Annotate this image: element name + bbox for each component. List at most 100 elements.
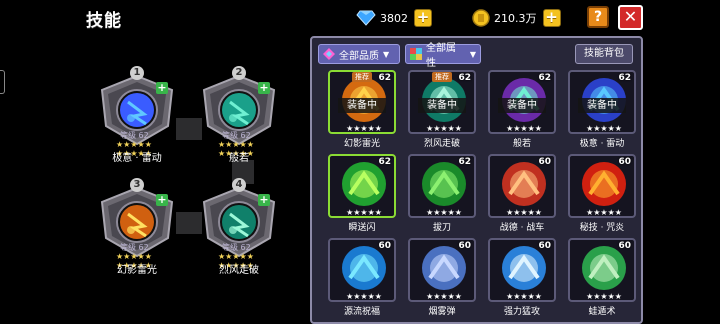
upgrade-plus-icon[interactable]: +: [258, 194, 270, 206]
upgrade-plus-icon[interactable]: +: [156, 82, 168, 94]
skill-name: 强力猛攻: [503, 307, 540, 317]
skill-level: 60: [618, 241, 631, 251]
skill-level: 60: [378, 241, 391, 251]
attribute-filter-dropdown[interactable]: 全部属性 ▼: [405, 43, 481, 69]
skill-level: 62: [538, 73, 551, 83]
upgrade-plus-icon[interactable]: +: [258, 82, 270, 94]
skill-level: 62: [378, 73, 391, 83]
skill-inventory-panel: 全部品质 ▼ 全部属性 ▼ 技能背包 62 推荐 装备中 ★★★★★ 幻影雷光: [310, 36, 643, 324]
equipped-badge: 装备中: [418, 98, 466, 113]
equipped-slot-2[interactable]: 2 + 等级 62 ★★★★★ ★★★★★ 般若: [200, 66, 278, 164]
slot-number: 1: [130, 66, 144, 80]
attribute-icon: [410, 48, 422, 60]
skill-name: 烈风走破: [423, 139, 460, 149]
skill-card[interactable]: 62 装备中 ★★★★★ 极意 · 雷动: [568, 70, 636, 150]
skill-name: 拔刀: [432, 223, 451, 233]
skill-level: 62: [618, 73, 631, 83]
skill-card-frame: 62 装备中 ★★★★★: [568, 70, 636, 134]
skill-stars: ★★★★★: [506, 208, 542, 217]
skill-stars: ★★★★★: [346, 208, 382, 217]
skill-card-frame: 60 ★★★★★: [488, 154, 556, 218]
slot-skill-name: 烈风走破: [219, 265, 259, 276]
skill-stars: ★★★★★: [426, 208, 462, 217]
skill-name: 战德 · 战车: [499, 223, 545, 233]
help-button[interactable]: ?: [587, 6, 609, 28]
skill-card[interactable]: 60 ★★★★★ 源流祝福: [328, 238, 396, 318]
slot-number: 4: [232, 178, 246, 192]
upgrade-plus-icon[interactable]: +: [156, 194, 168, 206]
recommend-badge: 推荐: [432, 72, 452, 82]
skill-name: 幻影雷光: [343, 139, 380, 149]
skill-name: 秘技 · 咒炎: [579, 223, 625, 233]
skill-card[interactable]: 62 装备中 ★★★★★ 般若: [488, 70, 556, 150]
skill-stars: ★★★★★: [346, 124, 382, 133]
equipped-slot-4[interactable]: 4 + 等级 62 ★★★★★ ★★★★★ 烈风走破: [200, 178, 278, 276]
skill-card-frame: 62 推荐 装备中 ★★★★★: [328, 70, 396, 134]
skill-level: 62: [458, 157, 471, 167]
skill-stars: ★★★★★: [426, 124, 462, 133]
attribute-filter-label: 全部属性: [425, 43, 456, 69]
skill-card[interactable]: 62 ★★★★★ 瞬送闪: [328, 154, 396, 234]
equipped-badge: 装备中: [578, 98, 626, 113]
skill-card-frame: 60 ★★★★★: [568, 154, 636, 218]
chevron-down-icon: ▼: [383, 49, 390, 59]
gem-currency: 3802 +: [356, 8, 432, 28]
skill-card[interactable]: 60 ★★★★★ 强力猛攻: [488, 238, 556, 318]
skill-name: 般若: [512, 139, 531, 149]
quality-icon: [323, 48, 335, 60]
recommend-badge: 推荐: [352, 72, 372, 82]
skill-card-frame: 62 装备中 ★★★★★: [488, 70, 556, 134]
quality-filter-dropdown[interactable]: 全部品质 ▼: [318, 44, 400, 64]
add-gems-button[interactable]: +: [414, 9, 432, 27]
equipped-badge: 装备中: [498, 98, 546, 113]
skill-level: 60: [538, 157, 551, 167]
equipped-badge: 装备中: [338, 98, 386, 113]
equipped-slot-3[interactable]: 3 + 等级 62 ★★★★★ ★★★★★ 幻影雷光: [98, 178, 176, 276]
diamond-icon: [356, 10, 376, 26]
skill-card[interactable]: 60 ★★★★★ 蛙遁术: [568, 238, 636, 318]
skill-card-frame: 60 ★★★★★: [568, 238, 636, 302]
skill-name: 烟雾弹: [428, 307, 456, 317]
skill-card-frame: 60 ★★★★★: [408, 238, 476, 302]
coin-amount: 210.3万: [494, 12, 537, 25]
skill-level: 60: [618, 157, 631, 167]
skill-name: 极意 · 雷动: [579, 139, 625, 149]
slot-connector: [176, 212, 202, 234]
skill-card[interactable]: 60 ★★★★★ 秘技 · 咒炎: [568, 154, 636, 234]
skill-card[interactable]: 60 ★★★★★ 战德 · 战车: [488, 154, 556, 234]
skill-stars: ★★★★★: [586, 208, 622, 217]
slot-skill-name: 般若: [229, 153, 249, 164]
skill-level: 60: [458, 241, 471, 251]
chevron-down-icon: ▼: [469, 49, 476, 59]
skill-card-frame: 62 ★★★★★: [328, 154, 396, 218]
slot-number: 3: [130, 178, 144, 192]
skill-stars: ★★★★★: [426, 292, 462, 301]
slot-number: 2: [232, 66, 246, 80]
skill-level: 62: [378, 157, 391, 167]
skill-stars: ★★★★★: [586, 124, 622, 133]
equipped-slot-1[interactable]: 1 + 等级 62 ★★★★★ ★★★★★ 极意 · 雷动: [98, 66, 176, 164]
skill-card-frame: 60 ★★★★★: [328, 238, 396, 302]
skill-stars: ★★★★★: [506, 124, 542, 133]
skill-card[interactable]: 62 推荐 装备中 ★★★★★ 烈风走破: [408, 70, 476, 150]
skill-bag-button[interactable]: 技能背包: [575, 44, 633, 64]
slot-skill-name: 极意 · 雷动: [112, 153, 162, 164]
skill-card[interactable]: 62 推荐 装备中 ★★★★★ 幻影雷光: [328, 70, 396, 150]
slot-connector: [176, 118, 202, 140]
skill-stars: ★★★★★: [346, 292, 382, 301]
close-button[interactable]: ✕: [618, 5, 643, 30]
skill-card[interactable]: 60 ★★★★★ 烟雾弹: [408, 238, 476, 318]
skill-card[interactable]: 62 ★★★★★ 拔刀: [408, 154, 476, 234]
skill-card-frame: 62 ★★★★★: [408, 154, 476, 218]
add-coins-button[interactable]: +: [542, 9, 561, 27]
coin-icon: [472, 9, 490, 27]
page-title: 技能: [86, 11, 122, 31]
quality-filter-label: 全部品质: [339, 50, 379, 62]
gem-amount: 3802: [380, 11, 408, 25]
skill-level: 60: [538, 241, 551, 251]
skill-level: 62: [458, 73, 471, 83]
side-tab-handle[interactable]: [0, 70, 5, 94]
skill-name: 瞬送闪: [348, 223, 376, 233]
skill-stars: ★★★★★: [586, 292, 622, 301]
slot-skill-name: 幻影雷光: [117, 265, 157, 276]
